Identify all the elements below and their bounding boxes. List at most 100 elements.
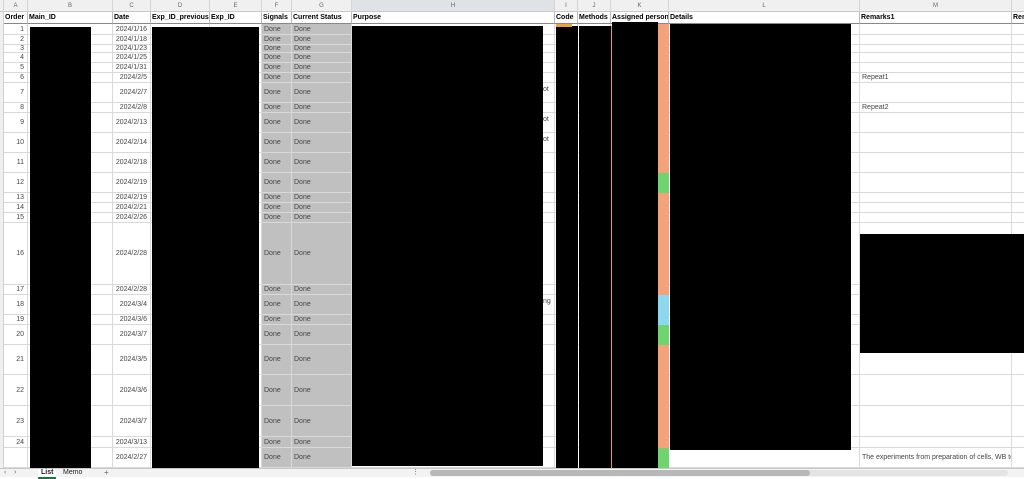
remarks1-cell[interactable] [860,203,1012,213]
remarks1-cell[interactable] [860,375,1012,406]
status-cell[interactable]: Done [292,73,352,83]
remarks1-cell[interactable] [860,406,1012,437]
column-header-l[interactable]: L [669,0,860,12]
cell-remarks2[interactable] [1012,406,1024,437]
status-cell[interactable]: Done [292,35,352,45]
signals-cell[interactable]: Done [262,113,292,133]
remarks1-cell[interactable]: Repeat1 [860,73,1012,83]
signals-cell[interactable]: Done [262,73,292,83]
remarks1-cell[interactable] [860,45,1012,53]
order-cell[interactable]: 2 [4,35,28,45]
date-cell[interactable]: 2024/2/19 [113,173,151,193]
signals-cell[interactable]: Done [262,406,292,437]
order-cell[interactable]: 16 [4,223,28,285]
header-signals[interactable]: Signals [262,12,292,24]
header-exp-prev[interactable]: Exp_ID_previous [151,12,210,24]
order-cell[interactable]: 3 [4,45,28,53]
column-header-i[interactable]: I [555,0,578,12]
column-header-a[interactable]: A [4,0,28,12]
date-cell[interactable]: 2024/1/25 [113,53,151,63]
order-cell[interactable]: 17 [4,285,28,295]
signals-cell[interactable]: Done [262,63,292,73]
header-status[interactable]: Current Status [292,12,352,24]
remarks1-cell[interactable] [860,133,1012,153]
status-cell[interactable]: Done [292,213,352,223]
order-cell[interactable] [4,448,28,468]
cell-remarks2[interactable] [1012,213,1024,223]
column-header-m[interactable]: M [860,0,1012,12]
signals-cell[interactable]: Done [262,285,292,295]
status-cell[interactable]: Done [292,83,352,103]
remarks1-cell[interactable] [860,113,1012,133]
prev-sheet-button[interactable]: ‹ [4,469,6,477]
cell-remarks2[interactable] [1012,45,1024,53]
column-header-f[interactable]: F [262,0,292,12]
order-cell[interactable]: 15 [4,213,28,223]
remarks1-cell[interactable] [860,173,1012,193]
date-cell[interactable]: 2024/3/4 [113,295,151,315]
signals-cell[interactable]: Done [262,315,292,325]
date-cell[interactable]: 2024/2/26 [113,213,151,223]
date-cell[interactable]: 2024/2/8 [113,103,151,113]
cell-remarks2[interactable] [1012,173,1024,193]
cell-remarks2[interactable] [1012,73,1024,83]
status-cell[interactable]: Done [292,153,352,173]
cell-remarks2[interactable] [1012,448,1024,468]
status-cell[interactable]: Done [292,103,352,113]
status-cell[interactable]: Done [292,437,352,448]
header-order[interactable]: Order [4,12,28,24]
status-cell[interactable]: Done [292,193,352,203]
status-cell[interactable]: Done [292,375,352,406]
remarks1-cell[interactable] [860,35,1012,45]
cell-remarks2[interactable] [1012,63,1024,73]
status-cell[interactable]: Done [292,24,352,35]
status-cell[interactable]: Done [292,295,352,315]
status-cell[interactable]: Done [292,325,352,345]
signals-cell[interactable]: Done [262,45,292,53]
status-cell[interactable]: Done [292,223,352,285]
header-date[interactable]: Date [113,12,151,24]
column-header-d[interactable]: D [151,0,210,12]
signals-cell[interactable]: Done [262,35,292,45]
order-cell[interactable]: 10 [4,133,28,153]
signals-cell[interactable]: Done [262,448,292,468]
status-cell[interactable]: Done [292,45,352,53]
column-header-h[interactable]: H [352,0,555,12]
column-header-e[interactable]: E [210,0,262,12]
date-cell[interactable]: 2024/2/19 [113,193,151,203]
cell-remarks2[interactable] [1012,53,1024,63]
signals-cell[interactable]: Done [262,345,292,375]
column-header-k[interactable]: K [611,0,669,12]
cell-remarks2[interactable] [1012,24,1024,35]
cell-remarks2[interactable] [1012,153,1024,173]
add-sheet-button[interactable]: + [104,469,109,477]
remarks1-cell[interactable]: The experiments from preparation of cell… [860,448,1012,468]
date-cell[interactable]: 2024/3/7 [113,406,151,437]
cell-remarks2[interactable] [1012,375,1024,406]
column-header-n[interactable]: N [1012,0,1024,12]
sheet-tab-list[interactable]: List [38,469,57,479]
signals-cell[interactable]: Done [262,24,292,35]
header-exp-id[interactable]: Exp_ID [210,12,262,24]
order-cell[interactable]: 1 [4,24,28,35]
signals-cell[interactable]: Done [262,437,292,448]
signals-cell[interactable]: Done [262,133,292,153]
date-cell[interactable]: 2024/3/13 [113,437,151,448]
status-cell[interactable]: Done [292,63,352,73]
date-cell[interactable]: 2024/2/21 [113,203,151,213]
remarks1-cell[interactable]: Repeat2 [860,103,1012,113]
signals-cell[interactable]: Done [262,103,292,113]
status-cell[interactable]: Done [292,285,352,295]
order-cell[interactable]: 23 [4,406,28,437]
status-cell[interactable]: Done [292,203,352,213]
order-cell[interactable]: 21 [4,345,28,375]
remarks1-cell[interactable] [860,53,1012,63]
signals-cell[interactable]: Done [262,213,292,223]
remarks1-cell[interactable] [860,83,1012,103]
order-cell[interactable]: 5 [4,63,28,73]
status-cell[interactable]: Done [292,345,352,375]
date-cell[interactable]: 2024/1/18 [113,35,151,45]
header-remarks1[interactable]: Remarks1 [860,12,1012,24]
signals-cell[interactable]: Done [262,173,292,193]
order-cell[interactable]: 6 [4,73,28,83]
